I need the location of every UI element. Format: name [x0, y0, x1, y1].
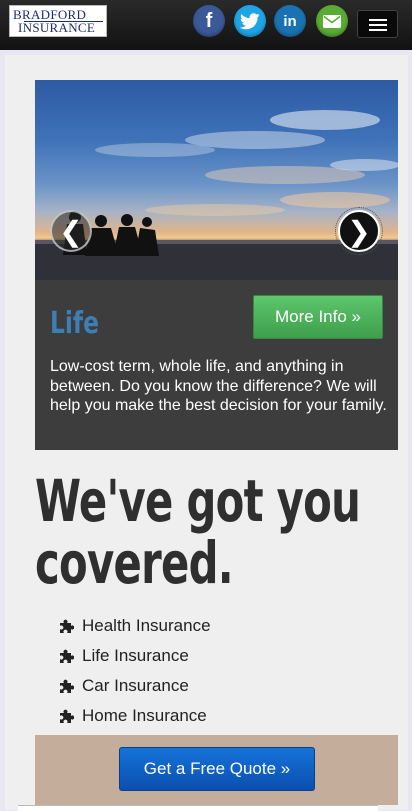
hamburger-menu-button[interactable]: [357, 10, 398, 38]
headline-line-1: We've got you: [35, 467, 361, 535]
menu-bar-icon: [369, 24, 387, 26]
puzzle-icon: [60, 649, 74, 663]
list-item[interactable]: Home Insurance: [60, 701, 211, 731]
chevron-right-icon: ❯: [347, 215, 371, 247]
linkedin-icon[interactable]: in: [274, 5, 306, 37]
headline: We've got you covered.: [35, 467, 361, 597]
logo-line-2: INSURANCE: [18, 20, 96, 35]
facebook-glyph: f: [205, 9, 213, 32]
hero-sunset-photo: [35, 80, 398, 280]
twitter-bird: [240, 12, 260, 29]
slide-title: Life: [50, 306, 99, 341]
slide-description: Low-cost term, whole life, and anything …: [50, 358, 387, 414]
bottom-edge: [18, 805, 378, 811]
quote-bar: Get a Free Quote »: [35, 735, 398, 805]
envelope-shape: [323, 14, 341, 28]
list-item-label: Car Insurance: [82, 676, 189, 695]
twitter-icon[interactable]: [234, 5, 266, 37]
list-item-label: Health Insurance: [82, 616, 211, 635]
get-free-quote-button[interactable]: Get a Free Quote »: [119, 747, 315, 791]
slide-caption: Life More Info » Low-cost term, whole li…: [35, 280, 398, 450]
list-item-label: Life Insurance: [82, 646, 189, 665]
services-list: Health Insurance Life Insurance Car Insu…: [60, 611, 211, 731]
top-bar: BRADFORD INSURANCE f in: [0, 0, 412, 50]
headline-line-2: covered.: [35, 529, 234, 597]
puzzle-icon: [60, 619, 74, 633]
photo-scenery: [35, 110, 398, 280]
list-item[interactable]: Life Insurance: [60, 641, 211, 671]
slider-prev-button[interactable]: ❮: [50, 210, 92, 252]
email-icon[interactable]: [316, 5, 348, 37]
chevron-left-icon: ❮: [59, 215, 83, 247]
bradford-insurance-logo[interactable]: BRADFORD INSURANCE: [9, 5, 107, 37]
puzzle-icon: [60, 709, 74, 723]
menu-bar-icon: [369, 19, 387, 21]
puzzle-icon: [60, 679, 74, 693]
facebook-icon[interactable]: f: [193, 5, 225, 37]
more-info-button[interactable]: More Info »: [253, 295, 383, 339]
list-item[interactable]: Health Insurance: [60, 611, 211, 641]
list-item[interactable]: Car Insurance: [60, 671, 211, 701]
slider-next-button[interactable]: ❯: [335, 207, 383, 255]
menu-bar-icon: [369, 29, 387, 31]
linkedin-glyph: in: [283, 12, 297, 30]
hero-slider: ❮ ❯ Life More Info » Low-cost term, whol…: [35, 80, 398, 450]
list-item-label: Home Insurance: [82, 706, 207, 725]
